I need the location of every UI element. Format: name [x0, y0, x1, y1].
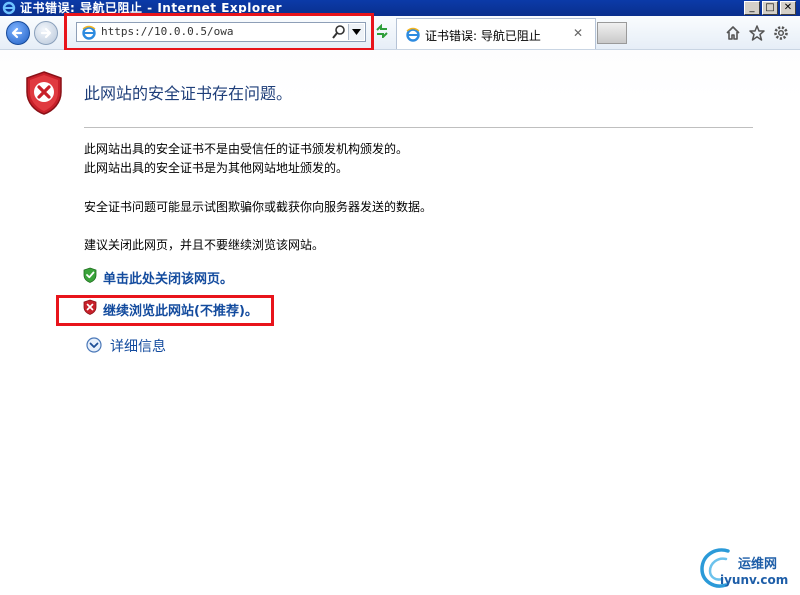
- back-button[interactable]: [6, 21, 30, 45]
- close-page-link[interactable]: 单击此处关闭该网页。: [103, 268, 233, 287]
- maximize-button[interactable]: □: [762, 1, 778, 15]
- tab-label: 证书错误: 导航已阻止: [425, 29, 541, 43]
- watermark-domain: iyunv.com: [720, 573, 789, 587]
- arrow-right-icon: [40, 27, 52, 39]
- info-line-2: 此网站出具的安全证书是为其他网站地址颁发的。: [84, 161, 349, 175]
- close-window-button[interactable]: ✕: [780, 1, 796, 15]
- address-highlight-box: [64, 13, 374, 51]
- new-tab-button[interactable]: [597, 22, 627, 44]
- refresh-icon[interactable]: [374, 24, 390, 38]
- arrow-left-icon: [11, 27, 23, 39]
- more-information-link[interactable]: 详细信息: [110, 336, 166, 356]
- info-line-4: 建议关闭此网页，并且不要继续浏览该网站。: [84, 238, 325, 252]
- shield-error-icon: [26, 71, 62, 115]
- info-line-1: 此网站出具的安全证书不是由受信任的证书颁发机构颁发的。: [84, 142, 409, 156]
- minimize-button[interactable]: _: [744, 1, 760, 15]
- divider: [84, 127, 753, 128]
- forward-button[interactable]: [34, 21, 58, 45]
- watermark-brand: 运维网: [738, 557, 778, 572]
- continue-highlight-box: [56, 295, 274, 326]
- page-title: 此网站的安全证书存在问题。: [84, 84, 293, 103]
- home-icon[interactable]: [724, 24, 742, 42]
- gear-icon[interactable]: [772, 24, 790, 42]
- tab-certificate-error[interactable]: 证书错误: 导航已阻止 ✕: [396, 18, 596, 49]
- favorites-star-icon[interactable]: [748, 24, 766, 42]
- info-line-3: 安全证书问题可能显示试图欺骗你或截获你向服务器发送的数据。: [84, 200, 433, 214]
- ie-page-icon: [406, 27, 420, 42]
- shield-check-icon: [83, 267, 97, 283]
- tab-close-icon[interactable]: ✕: [573, 26, 583, 40]
- ie-logo-icon: [2, 1, 16, 15]
- chevron-down-circle-icon[interactable]: [86, 337, 102, 353]
